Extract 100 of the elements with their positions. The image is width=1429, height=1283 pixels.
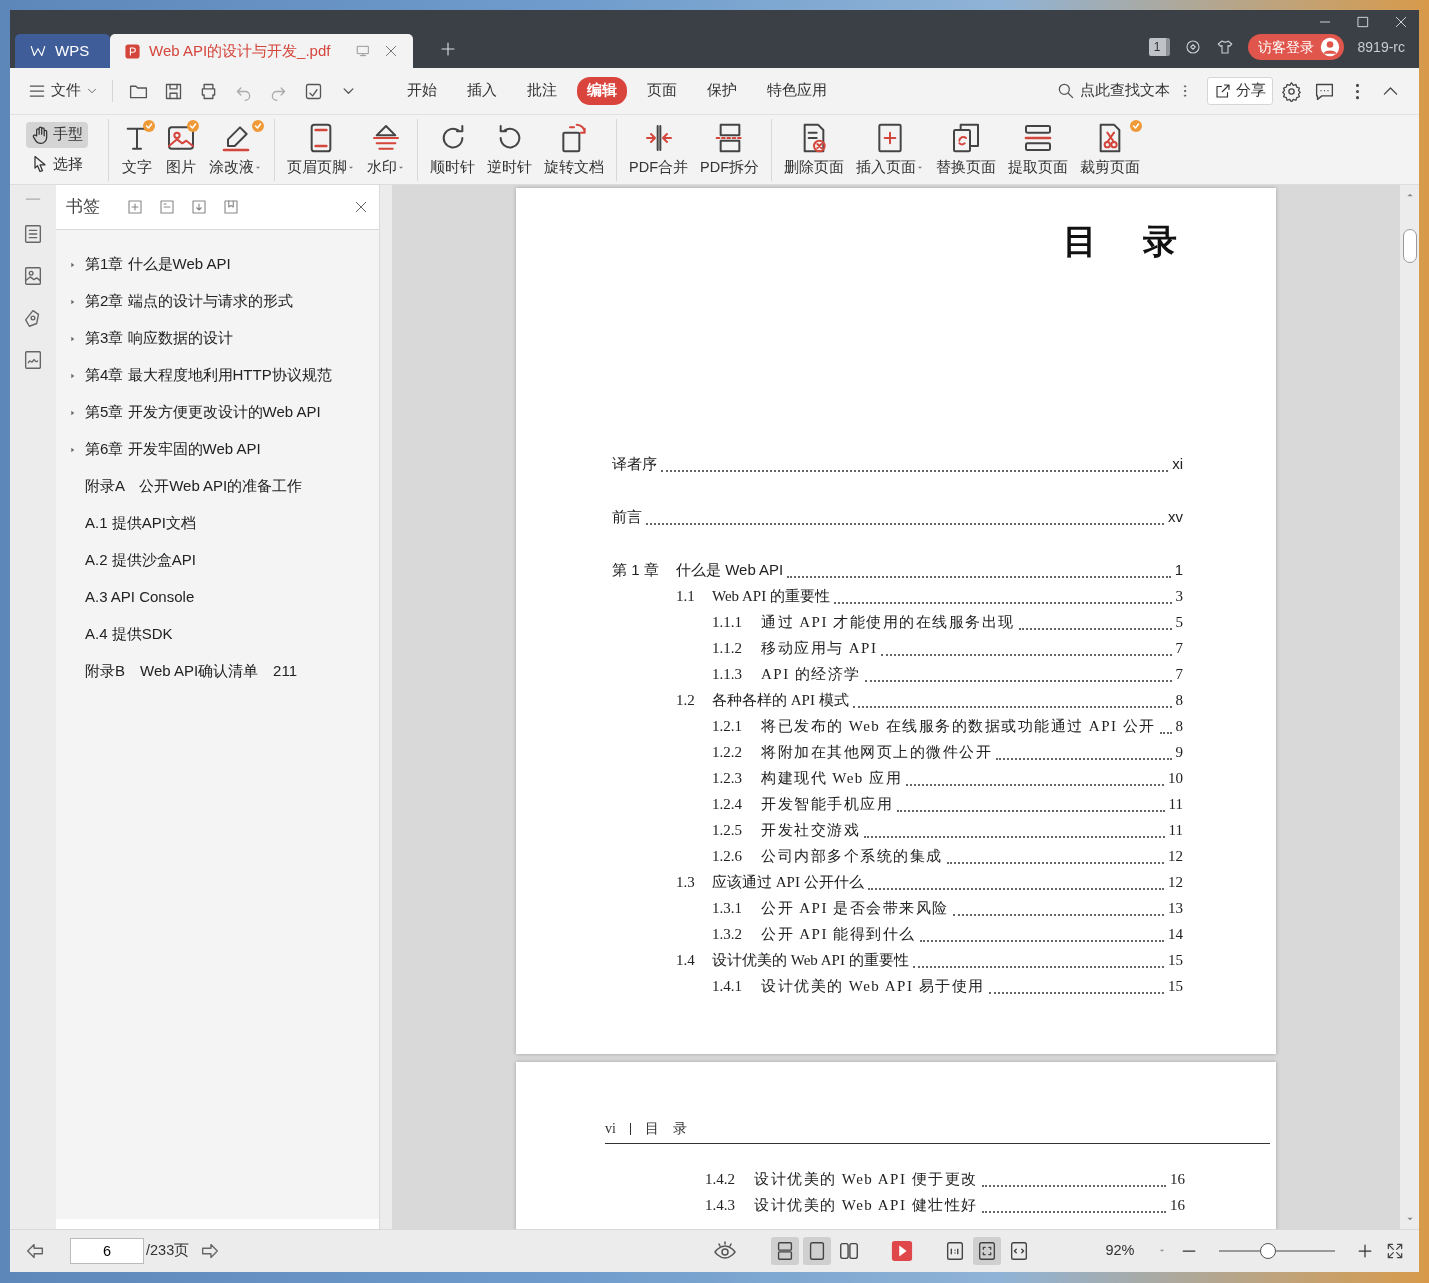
fit-mode-button[interactable] xyxy=(973,1237,1001,1265)
image-icon[interactable] xyxy=(22,265,44,287)
bookmark-item[interactable]: A.3 API Console xyxy=(85,586,195,609)
page-number: 15 xyxy=(1168,977,1183,996)
window-count[interactable]: 1 xyxy=(1148,38,1170,56)
tool-button[interactable]: PDF拆分 xyxy=(694,119,765,181)
slider-thumb[interactable] xyxy=(1259,1243,1276,1259)
bookmark-item[interactable]: 第6章 开发牢固的Web API xyxy=(85,438,261,461)
actual-size-icon xyxy=(944,1240,966,1262)
page-number: 8 xyxy=(1175,717,1183,736)
hand-icon xyxy=(30,124,50,145)
close-icon[interactable] xyxy=(353,199,369,215)
toc-title: 应该通过 API 公开什么 xyxy=(712,873,864,892)
bookmark-item[interactable]: 第2章 端点的设计与请求的形式 xyxy=(85,290,293,313)
section-number: 1.2.4 xyxy=(712,795,743,814)
tool-button[interactable]: 插入页面 xyxy=(850,119,930,181)
fit-width-icon xyxy=(1008,1240,1030,1262)
page-number: 16 xyxy=(1170,1170,1185,1189)
section-number: 1.3.2 xyxy=(712,925,743,944)
list-icon[interactable] xyxy=(22,223,44,245)
header-divider xyxy=(629,1122,631,1135)
close-icon[interactable] xyxy=(383,43,399,59)
section-number: 1.1 xyxy=(676,587,696,606)
bookmark-item[interactable]: 附录B Web API确认清单 211 xyxy=(85,660,297,683)
file-menu[interactable]: 文件 xyxy=(24,77,102,105)
page-number: 9 xyxy=(1175,743,1183,762)
tool-button[interactable]: 水印 xyxy=(361,119,411,181)
signature-icon[interactable] xyxy=(22,349,44,371)
page-number: 13 xyxy=(1168,899,1183,918)
maximize-icon[interactable] xyxy=(1355,14,1371,30)
menu-tab[interactable]: 开始 xyxy=(397,77,447,105)
bookmark-expand-icon[interactable] xyxy=(190,198,208,216)
page-replace-icon xyxy=(950,121,982,154)
mode-button[interactable]: 选择 xyxy=(26,151,88,178)
bookmark-item[interactable]: A.2 提供沙盒API xyxy=(85,549,196,572)
tool-button[interactable]: 页眉页脚 xyxy=(281,119,361,181)
document-tab[interactable]: WPS xyxy=(15,34,110,68)
view-mode-button[interactable] xyxy=(803,1237,831,1265)
close-icon[interactable] xyxy=(1393,14,1409,30)
fullscreen-icon[interactable] xyxy=(1385,1241,1405,1261)
play-icon[interactable] xyxy=(891,1240,913,1262)
page-number-field[interactable]: 6 xyxy=(70,1238,144,1264)
toc-title: 开发社交游戏 xyxy=(761,821,860,840)
view-mode-button[interactable] xyxy=(771,1237,799,1265)
toc-title: 将附加在其他网页上的微件公开 xyxy=(761,743,992,762)
menu-tab[interactable]: 批注 xyxy=(517,77,567,105)
tool-button[interactable]: 提取页面 xyxy=(1002,119,1074,181)
two-page-icon xyxy=(838,1240,860,1262)
toc-title: API 的经济学 xyxy=(761,665,861,684)
scroll-down-icon[interactable] xyxy=(1405,1215,1414,1223)
section-number: 1.4.2 xyxy=(705,1170,736,1189)
tool-button[interactable]: PDF合并 xyxy=(623,119,694,181)
bookmark-item[interactable]: 第4章 最大程度地利用HTTP协议规范 xyxy=(85,364,332,387)
tool-button[interactable]: 删除页面 xyxy=(778,119,850,181)
share-button[interactable]: 分享 xyxy=(1207,77,1273,105)
shirt-icon[interactable] xyxy=(1215,38,1234,56)
tool-button[interactable]: 替换页面 xyxy=(930,119,1002,181)
section-number: 1.2.1 xyxy=(712,717,743,736)
menu-tab[interactable]: 保护 xyxy=(697,77,747,105)
menu-tab[interactable]: 插入 xyxy=(457,77,507,105)
section-number: 1.2 xyxy=(676,691,696,710)
tool-button[interactable]: 顺时针 xyxy=(424,119,481,181)
menu-tab[interactable]: 特色应用 xyxy=(757,77,837,105)
document-tab[interactable]: Web API的设计与开发_.pdf xyxy=(110,34,413,68)
bookmark-item[interactable]: 第5章 开发方便更改设计的Web API xyxy=(85,401,321,424)
toc-title: Web API 的重要性 xyxy=(712,587,830,606)
settings-icon[interactable] xyxy=(1281,80,1302,102)
tool-button[interactable]: 图片 xyxy=(159,119,203,181)
page-number: 5 xyxy=(1175,613,1183,632)
bookmark-item[interactable]: 第3章 响应数据的设计 xyxy=(85,327,233,350)
bookmark-item[interactable]: A.4 提供SDK xyxy=(85,623,173,646)
tool-button[interactable]: 裁剪页面 xyxy=(1074,119,1146,181)
search-button[interactable]: 点此查找文本 xyxy=(1053,77,1173,105)
bookmark-item[interactable]: A.1 提供API文档 xyxy=(85,512,196,535)
bookmark-item[interactable]: 第1章 什么是Web API xyxy=(85,253,231,276)
bookmark-add-icon[interactable] xyxy=(126,198,144,216)
mode-button[interactable]: 手型 xyxy=(26,121,88,148)
tool-button[interactable]: 旋转文档 xyxy=(538,119,610,181)
tool-button[interactable]: 文字 xyxy=(115,119,159,181)
login-button[interactable]: 访客登录 xyxy=(1247,34,1344,60)
bookmark-icon[interactable] xyxy=(222,198,240,216)
page-number: 14 xyxy=(1168,925,1183,944)
menu-tab[interactable]: 编辑 xyxy=(577,77,627,105)
zoom-dropdown[interactable]: 92% xyxy=(1079,1237,1169,1265)
section-number: 1.2.6 xyxy=(712,847,743,866)
scroll-up-icon[interactable] xyxy=(1405,191,1414,199)
bookmark-item[interactable]: 附录A 公开Web API的准备工作 xyxy=(85,475,303,498)
toc-title: 开发智能手机应用 xyxy=(761,795,893,814)
section-number: 1.1.1 xyxy=(712,613,743,632)
tool-button[interactable]: 涂改液 xyxy=(203,119,268,181)
tool-button[interactable]: 逆时针 xyxy=(481,119,538,181)
section-number: 1.3 xyxy=(676,873,696,892)
menu-tab[interactable]: 页面 xyxy=(637,77,687,105)
section-number: 1.2.3 xyxy=(712,769,743,788)
page-number: xv xyxy=(1168,507,1183,527)
toc-title: 设计优美的 Web API 易于使用 xyxy=(761,977,985,996)
page-number: 3 xyxy=(1175,587,1183,606)
scrollbar-thumb[interactable] xyxy=(1402,229,1417,263)
section-number: 1.3.1 xyxy=(712,899,743,918)
running-header: 目 录 xyxy=(644,1120,687,1138)
